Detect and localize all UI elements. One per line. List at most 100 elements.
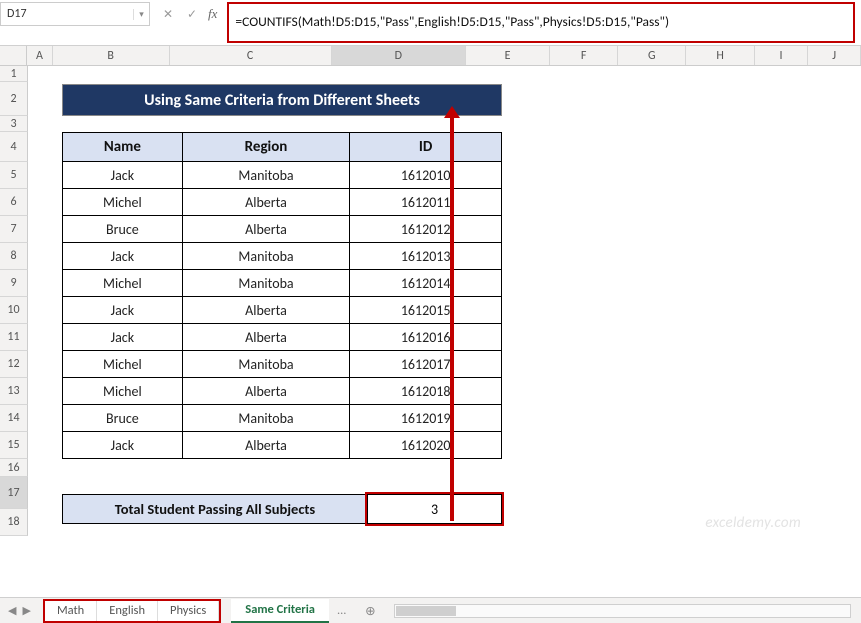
- formula-bar[interactable]: =COUNTIFS(Math!D5:D15,"Pass",English!D5:…: [227, 2, 855, 43]
- summary-label: Total Student Passing All Subjects: [62, 494, 368, 524]
- row-header[interactable]: 14: [0, 405, 28, 432]
- enter-icon[interactable]: ✓: [184, 7, 200, 22]
- table-cell[interactable]: 1612012: [350, 216, 502, 243]
- data-table: Name Region ID JackManitoba1612010Michel…: [62, 132, 502, 459]
- annotation-arrow: [450, 116, 454, 521]
- table-row[interactable]: JackManitoba1612013: [63, 243, 502, 270]
- row-header[interactable]: 6: [0, 189, 28, 216]
- col-header[interactable]: F: [550, 46, 618, 65]
- scrollbar-thumb[interactable]: [396, 606, 456, 616]
- fx-icon[interactable]: fx: [208, 6, 217, 22]
- col-header[interactable]: J: [808, 46, 861, 65]
- name-box-dropdown-icon[interactable]: ▾: [133, 9, 149, 20]
- table-cell[interactable]: Alberta: [182, 189, 350, 216]
- table-cell[interactable]: 1612016: [350, 324, 502, 351]
- table-row[interactable]: MichelManitoba1612017: [63, 351, 502, 378]
- row-header[interactable]: 11: [0, 324, 28, 351]
- tab-prev-icon[interactable]: ◀: [8, 604, 16, 617]
- row-header[interactable]: 8: [0, 243, 28, 270]
- table-row[interactable]: MichelAlberta1612018: [63, 378, 502, 405]
- table-cell[interactable]: Manitoba: [182, 405, 350, 432]
- table-row[interactable]: BruceManitoba1612019: [63, 405, 502, 432]
- table-cell[interactable]: Jack: [63, 432, 183, 459]
- col-header[interactable]: G: [618, 46, 686, 65]
- table-row[interactable]: JackManitoba1612010: [63, 162, 502, 189]
- table-cell[interactable]: 1612019: [350, 405, 502, 432]
- row-header[interactable]: 4: [0, 132, 28, 162]
- col-header[interactable]: A: [27, 46, 52, 65]
- table-cell[interactable]: Manitoba: [182, 243, 350, 270]
- highlighted-tab-group: Math English Physics: [43, 599, 221, 623]
- table-cell[interactable]: 1612020: [350, 432, 502, 459]
- table-cell[interactable]: Jack: [63, 243, 183, 270]
- table-cell[interactable]: Alberta: [182, 216, 350, 243]
- row-header[interactable]: 3: [0, 116, 28, 132]
- name-box[interactable]: D17 ▾: [0, 2, 150, 26]
- col-header[interactable]: H: [686, 46, 754, 65]
- row-header[interactable]: 1: [0, 66, 28, 82]
- table-cell[interactable]: Bruce: [63, 405, 183, 432]
- table-cell[interactable]: Jack: [63, 162, 183, 189]
- row-header[interactable]: 12: [0, 351, 28, 378]
- tab-math[interactable]: Math: [45, 601, 97, 621]
- table-cell[interactable]: 1612014: [350, 270, 502, 297]
- col-header[interactable]: D: [332, 46, 467, 65]
- col-header[interactable]: E: [466, 46, 550, 65]
- table-cell[interactable]: Michel: [63, 351, 183, 378]
- table-cell[interactable]: Jack: [63, 297, 183, 324]
- row-header[interactable]: 18: [0, 509, 28, 536]
- table-cell[interactable]: Michel: [63, 378, 183, 405]
- formula-buttons: ✕ ✓ fx: [150, 2, 227, 26]
- cancel-icon[interactable]: ✕: [160, 7, 176, 22]
- tab-next-icon[interactable]: ▶: [22, 604, 30, 617]
- table-cell[interactable]: Alberta: [182, 324, 350, 351]
- row-header[interactable]: 16: [0, 459, 28, 477]
- table-cell[interactable]: Alberta: [182, 297, 350, 324]
- col-header[interactable]: B: [53, 46, 170, 65]
- table-cell[interactable]: Michel: [63, 270, 183, 297]
- row-header[interactable]: 9: [0, 270, 28, 297]
- tab-overflow[interactable]: ...: [329, 603, 354, 618]
- table-row[interactable]: BruceAlberta1612012: [63, 216, 502, 243]
- horizontal-scrollbar[interactable]: [394, 604, 851, 618]
- row-header[interactable]: 2: [0, 82, 28, 116]
- row-header[interactable]: 5: [0, 162, 28, 189]
- tab-same-criteria[interactable]: Same Criteria: [231, 599, 329, 623]
- tab-english[interactable]: English: [97, 601, 158, 621]
- table-cell[interactable]: Alberta: [182, 378, 350, 405]
- table-cell[interactable]: Manitoba: [182, 162, 350, 189]
- table-cell[interactable]: Michel: [63, 189, 183, 216]
- table-cell[interactable]: 1612017: [350, 351, 502, 378]
- table-cell[interactable]: 1612018: [350, 378, 502, 405]
- table-cell[interactable]: 1612013: [350, 243, 502, 270]
- row-header[interactable]: 15: [0, 432, 28, 459]
- table-cell[interactable]: Alberta: [182, 432, 350, 459]
- table-cell[interactable]: Jack: [63, 324, 183, 351]
- tab-physics[interactable]: Physics: [158, 601, 219, 621]
- table-cell[interactable]: 1612015: [350, 297, 502, 324]
- table-row[interactable]: JackAlberta1612016: [63, 324, 502, 351]
- table-row[interactable]: JackAlberta1612020: [63, 432, 502, 459]
- new-sheet-icon[interactable]: ⊕: [360, 601, 380, 621]
- table-cell[interactable]: Bruce: [63, 216, 183, 243]
- table-cell[interactable]: Manitoba: [182, 351, 350, 378]
- col-header[interactable]: I: [755, 46, 809, 65]
- table-cell[interactable]: 1612011: [350, 189, 502, 216]
- watermark: exceldemy.com: [705, 514, 801, 532]
- row-header[interactable]: 7: [0, 216, 28, 243]
- col-header[interactable]: C: [170, 46, 332, 65]
- row-header[interactable]: 10: [0, 297, 28, 324]
- tab-nav: ◀ ▶: [0, 604, 39, 617]
- table-cell[interactable]: 1612010: [350, 162, 502, 189]
- table-cell[interactable]: Manitoba: [182, 270, 350, 297]
- formula-text: =COUNTIFS(Math!D5:D15,"Pass",English!D5:…: [235, 13, 669, 31]
- table-row[interactable]: MichelAlberta1612011: [63, 189, 502, 216]
- sheet-tab-strip: ◀ ▶ Math English Physics Same Criteria .…: [0, 597, 861, 623]
- worksheet-cells[interactable]: Using Same Criteria from Different Sheet…: [28, 66, 861, 536]
- row-header[interactable]: 13: [0, 378, 28, 405]
- select-all-corner[interactable]: [0, 46, 27, 65]
- summary-value-cell[interactable]: 3: [368, 494, 502, 524]
- row-header[interactable]: 17: [0, 477, 28, 509]
- table-row[interactable]: MichelManitoba1612014: [63, 270, 502, 297]
- table-row[interactable]: JackAlberta1612015: [63, 297, 502, 324]
